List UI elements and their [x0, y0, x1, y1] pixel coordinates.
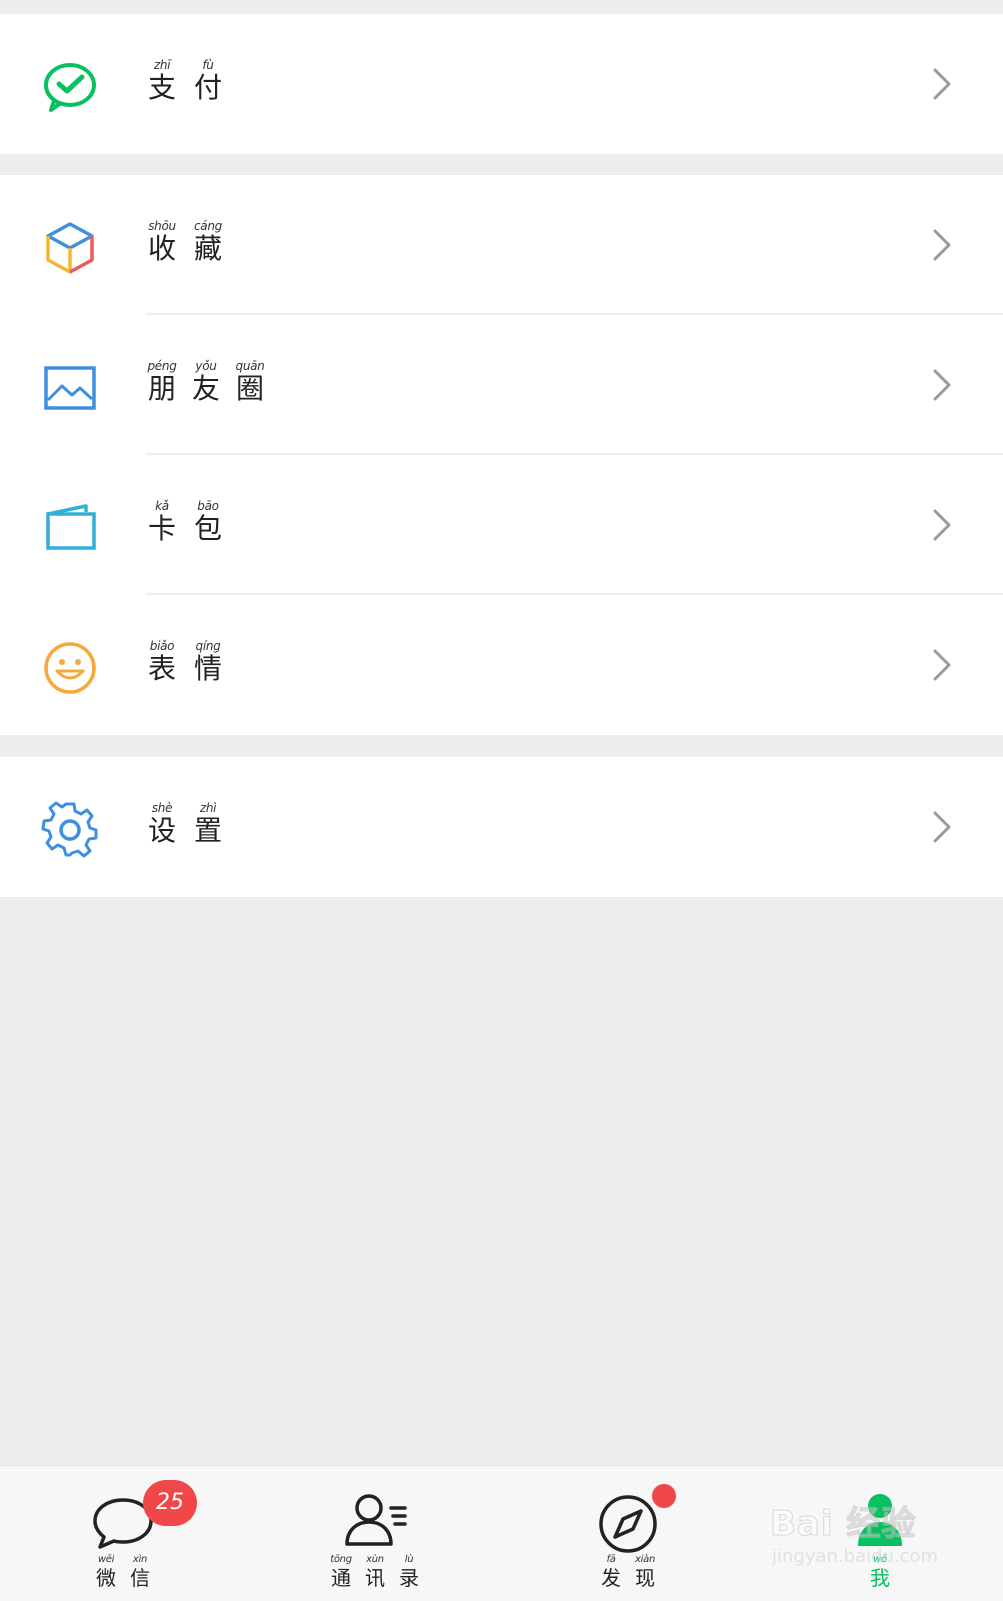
wechat-pay-icon [40, 57, 100, 117]
menu-item-pay[interactable]: zhī 支 fù 付 [0, 14, 1003, 154]
tab-discover[interactable]: fā 发 xiàn 现 [548, 1466, 708, 1601]
chevron-right-icon [923, 227, 959, 263]
menu-item-label: shōu 收 cáng 藏 [147, 219, 222, 265]
menu-item-label: kǎ 卡 bāo 包 [147, 499, 222, 545]
menu-item-label: shè 设 zhì 置 [147, 801, 222, 847]
menu-group-settings: shè 设 zhì 置 [0, 757, 1003, 897]
tab-label: wǒ 我 [870, 1554, 890, 1590]
unread-badge: 25 [143, 1480, 197, 1526]
chevron-right-icon [923, 647, 959, 683]
menu-item-label: biǎo 表 qíng 情 [147, 639, 222, 685]
menu-item-settings[interactable]: shè 设 zhì 置 [0, 757, 1003, 897]
image-icon [40, 358, 100, 418]
tab-label: tōng 通 xùn 讯 lù 录 [330, 1554, 419, 1590]
menu-item-favorites[interactable]: shōu 收 cáng 藏 [0, 175, 1003, 315]
tab-me[interactable]: wǒ 我 [800, 1466, 960, 1601]
menu-item-cards[interactable]: kǎ 卡 bāo 包 [0, 455, 1003, 595]
tab-chats[interactable]: 25 wēi 微 xìn 信 [43, 1466, 203, 1601]
notification-dot [652, 1484, 676, 1508]
menu-item-label: zhī 支 fù 付 [147, 58, 222, 104]
card-wallet-icon [40, 498, 100, 558]
tab-label: fā 发 xiàn 现 [601, 1554, 655, 1590]
menu-item-stickers[interactable]: biǎo 表 qíng 情 [0, 595, 1003, 735]
gear-icon [40, 800, 100, 860]
bottom-tab-bar: 25 wēi 微 xìn 信 tōng 通 xùn 讯 lù 录 fā 发 xi… [0, 1465, 1003, 1601]
cube-icon [40, 218, 100, 278]
tab-contacts[interactable]: tōng 通 xùn 讯 lù 录 [295, 1466, 455, 1601]
smiley-icon [40, 638, 100, 698]
menu-item-label: péng 朋 yǒu 友 quān 圈 [147, 359, 265, 405]
person-icon [844, 1484, 916, 1556]
menu-item-moments[interactable]: péng 朋 yǒu 友 quān 圈 [0, 315, 1003, 455]
chevron-right-icon [923, 507, 959, 543]
tab-label: wēi 微 xìn 信 [96, 1554, 150, 1590]
chevron-right-icon [923, 367, 959, 403]
menu-group-pay: zhī 支 fù 付 [0, 14, 1003, 154]
chevron-right-icon [923, 66, 959, 102]
menu-group-main: shōu 收 cáng 藏 péng 朋 yǒu 友 quān 圈 kǎ 卡 b… [0, 175, 1003, 735]
contacts-icon [339, 1484, 411, 1556]
chevron-right-icon [923, 809, 959, 845]
